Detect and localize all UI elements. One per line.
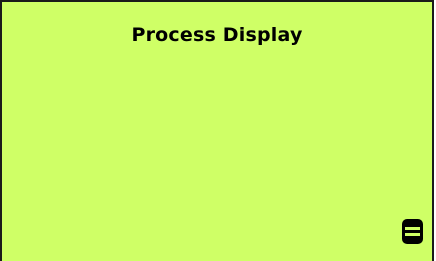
- page-title: Process Display: [131, 24, 303, 46]
- menu-icon-graphic: [402, 219, 423, 244]
- menu-icon[interactable]: [401, 218, 424, 245]
- process-display-screen: Process Display: [0, 0, 434, 261]
